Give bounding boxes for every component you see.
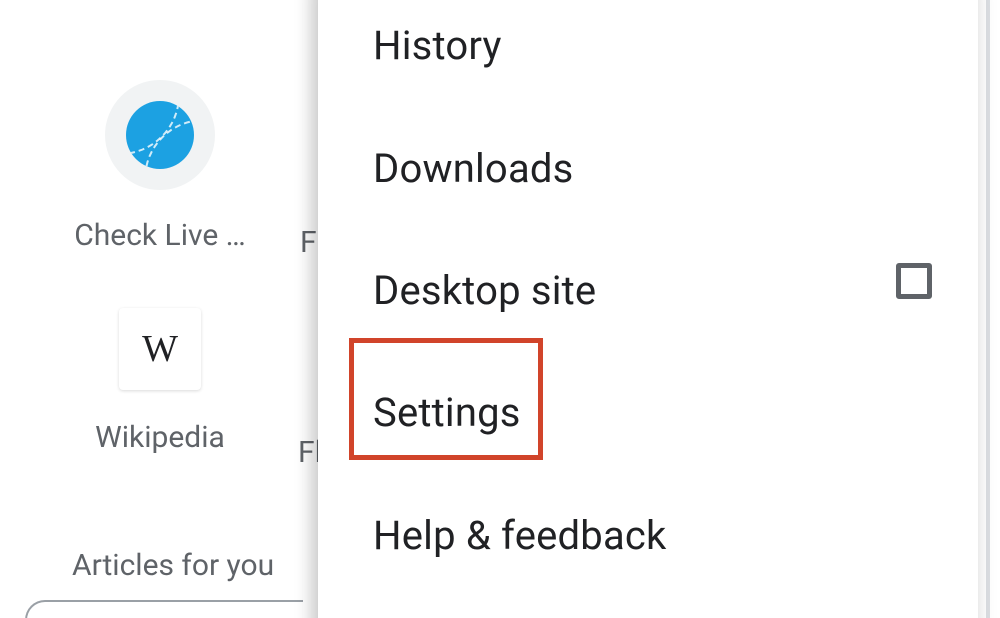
menu-item-settings[interactable]: Settings (373, 382, 521, 442)
menu-item-label: Downloads (373, 145, 574, 192)
shortcut-cricket[interactable]: Check Live … (55, 80, 265, 253)
menu-item-label: Desktop site (373, 267, 596, 314)
overflow-menu: History Downloads Desktop site Settings … (318, 0, 978, 618)
menu-item-label: Settings (373, 389, 521, 436)
shortcut-label: Check Live … (55, 218, 265, 253)
desktop-site-checkbox[interactable] (896, 263, 932, 299)
menu-item-downloads[interactable]: Downloads (373, 138, 574, 198)
articles-for-you-heading: Articles for you (72, 548, 274, 583)
shortcut-label: Wikipedia (55, 420, 265, 455)
menu-item-label: History (373, 22, 502, 69)
menu-item-help-feedback[interactable]: Help & feedback (373, 505, 667, 565)
menu-item-label: Help & feedback (373, 512, 667, 559)
cricket-ball-icon (105, 80, 215, 190)
menu-item-history[interactable]: History (373, 15, 502, 75)
shortcut-wikipedia[interactable]: W Wikipedia (55, 308, 265, 455)
shortcut-label-partial-1: F (300, 225, 317, 260)
wikipedia-icon: W (119, 308, 201, 390)
right-divider (986, 0, 990, 618)
menu-item-desktop-site[interactable]: Desktop site (373, 260, 596, 320)
tab-outline-partial (25, 600, 303, 618)
